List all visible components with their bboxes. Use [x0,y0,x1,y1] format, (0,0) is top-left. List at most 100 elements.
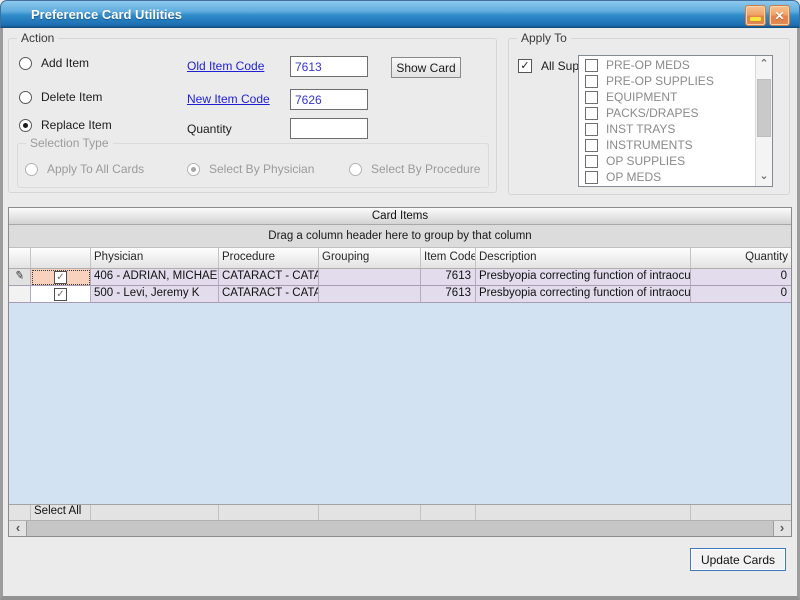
header-item-code[interactable]: Item Code [421,248,476,268]
horizontal-scrollbar-thumb[interactable] [26,521,774,536]
apply-to-legend: Apply To [517,31,571,45]
checkbox-pre-op-supplies [585,75,598,88]
list-item-instruments[interactable]: INSTRUMENTS [579,137,755,153]
selection-type-groupbox: Selection Type Apply To All Cards Select… [17,143,489,188]
action-groupbox: Action Add Item Delete Item Replace Item… [8,38,497,193]
horizontal-scrollbar[interactable]: ‹ › [9,520,791,536]
list-item-pre-op-supplies[interactable]: PRE-OP SUPPLIES [579,73,755,89]
apply-to-groupbox: Apply To ✓ All Supplies PRE-OP MEDS PRE-… [508,38,790,195]
scroll-up-icon[interactable]: ⌃ [756,57,772,73]
scroll-left-icon[interactable]: ‹ [10,521,26,536]
cell-quantity[interactable]: 0 [691,286,791,303]
list-item-packs-drapes[interactable]: PACKS/DRAPES [579,105,755,121]
preference-card-utilities-dialog: Preference Card Utilities ✕ Action Add I… [0,0,800,600]
radio-circle-select-by-procedure [349,163,362,176]
all-supplies-checkbox-box: ✓ [518,59,532,73]
cell-procedure[interactable]: CATARACT - CATAR [219,286,319,303]
radio-delete-item[interactable]: Delete Item [19,89,102,105]
list-item-equipment[interactable]: EQUIPMENT [579,89,755,105]
row-checkbox: ✓ [54,271,67,284]
list-item-inst-trays[interactable]: INST TRAYS [579,121,755,137]
table-row[interactable]: ✎ ✓ 406 - ADRIAN, MICHAEL CATARACT - CAT… [9,269,791,286]
checkbox-equipment [585,91,598,104]
select-all-button[interactable]: Select All [31,505,91,520]
action-legend: Action [17,31,58,45]
radio-add-item[interactable]: Add Item [19,55,89,71]
header-procedure[interactable]: Procedure [219,248,319,268]
radio-label-select-by-physician: Select By Physician [209,162,314,176]
header-indicator [9,248,31,268]
cell-description[interactable]: Presbyopia correcting function of intrao… [476,286,691,303]
grid-footer-row: Select All [9,504,791,520]
header-checkbox[interactable] [31,248,91,268]
checkbox-inst-trays [585,123,598,136]
cell-quantity[interactable]: 0 [691,269,791,286]
radio-label-delete-item: Delete Item [41,90,102,104]
table-row[interactable]: ✓ 500 - Levi, Jeremy K CATARACT - CATAR … [9,286,791,303]
cell-item-code[interactable]: 7613 [421,269,476,286]
list-item-pre-op-meds[interactable]: PRE-OP MEDS [579,57,755,73]
quantity-label: Quantity [187,122,232,136]
radio-label-add-item: Add Item [41,56,89,70]
cell-grouping[interactable] [319,286,421,303]
grid-header-row: Physician Procedure Grouping Item Code D… [9,248,791,269]
minimize-icon [750,17,761,21]
radio-label-replace-item: Replace Item [41,118,112,132]
checkbox-op-meds [585,171,598,184]
scroll-down-icon[interactable]: ⌄ [756,169,772,185]
radio-select-by-physician[interactable]: Select By Physician [187,161,314,177]
list-item-op-supplies[interactable]: OP SUPPLIES [579,153,755,169]
scroll-right-icon[interactable]: › [774,521,790,536]
minimize-button[interactable] [745,5,766,26]
close-icon: ✕ [774,9,784,23]
checkbox-op-supplies [585,155,598,168]
radio-apply-to-all-cards[interactable]: Apply To All Cards [25,161,144,177]
supplies-scrollbar[interactable]: ⌃ ⌄ [755,56,772,186]
close-button[interactable]: ✕ [769,5,790,26]
old-item-code-link[interactable]: Old Item Code [187,59,264,73]
list-item-op-meds[interactable]: OP MEDS [579,169,755,185]
row-checkbox: ✓ [54,288,67,301]
show-card-button[interactable]: Show Card [391,57,461,78]
edit-pencil-icon: ✎ [14,269,25,283]
supplies-scrollbar-thumb[interactable] [757,79,771,137]
update-cards-button[interactable]: Update Cards [690,548,786,571]
radio-label-select-by-procedure: Select By Procedure [371,162,480,176]
cell-procedure[interactable]: CATARACT - CATAR [219,269,319,286]
cell-description[interactable]: Presbyopia correcting function of intrao… [476,269,691,286]
radio-circle-add-item [19,57,32,70]
new-item-code-input[interactable] [290,89,368,110]
supplies-list: PRE-OP MEDS PRE-OP SUPPLIES EQUIPMENT PA… [579,57,755,185]
row-checkbox-cell[interactable]: ✓ [31,286,91,303]
window-title: Preference Card Utilities [31,7,182,22]
header-description[interactable]: Description [476,248,691,268]
selection-type-legend: Selection Type [26,136,113,150]
radio-replace-item[interactable]: Replace Item [19,117,112,133]
title-bar[interactable]: Preference Card Utilities ✕ [0,0,800,28]
grid-empty-area [9,303,791,504]
new-item-code-link[interactable]: New Item Code [187,92,270,106]
grid-caption: Card Items [9,208,791,225]
checkbox-packs-drapes [585,107,598,120]
radio-circle-apply-to-all-cards [25,163,38,176]
radio-select-by-procedure[interactable]: Select By Procedure [349,161,480,177]
group-by-hint[interactable]: Drag a column header here to group by th… [9,225,791,248]
header-quantity[interactable]: Quantity [691,248,791,268]
old-item-code-input[interactable] [290,56,368,77]
cell-item-code[interactable]: 7613 [421,286,476,303]
cell-physician[interactable]: 406 - ADRIAN, MICHAEL [91,269,219,286]
header-physician[interactable]: Physician [91,248,219,268]
radio-circle-delete-item [19,91,32,104]
quantity-input[interactable] [290,118,368,139]
card-items-grid: Card Items Drag a column header here to … [8,207,792,537]
cell-grouping[interactable] [319,269,421,286]
cell-physician[interactable]: 500 - Levi, Jeremy K [91,286,219,303]
radio-circle-replace-item [19,119,32,132]
supplies-listbox: PRE-OP MEDS PRE-OP SUPPLIES EQUIPMENT PA… [578,55,773,187]
radio-circle-select-by-physician [187,163,200,176]
checkbox-instruments [585,139,598,152]
radio-label-apply-to-all-cards: Apply To All Cards [47,162,144,176]
checkbox-pre-op-meds [585,59,598,72]
row-checkbox-cell[interactable]: ✓ [31,269,91,286]
header-grouping[interactable]: Grouping [319,248,421,268]
